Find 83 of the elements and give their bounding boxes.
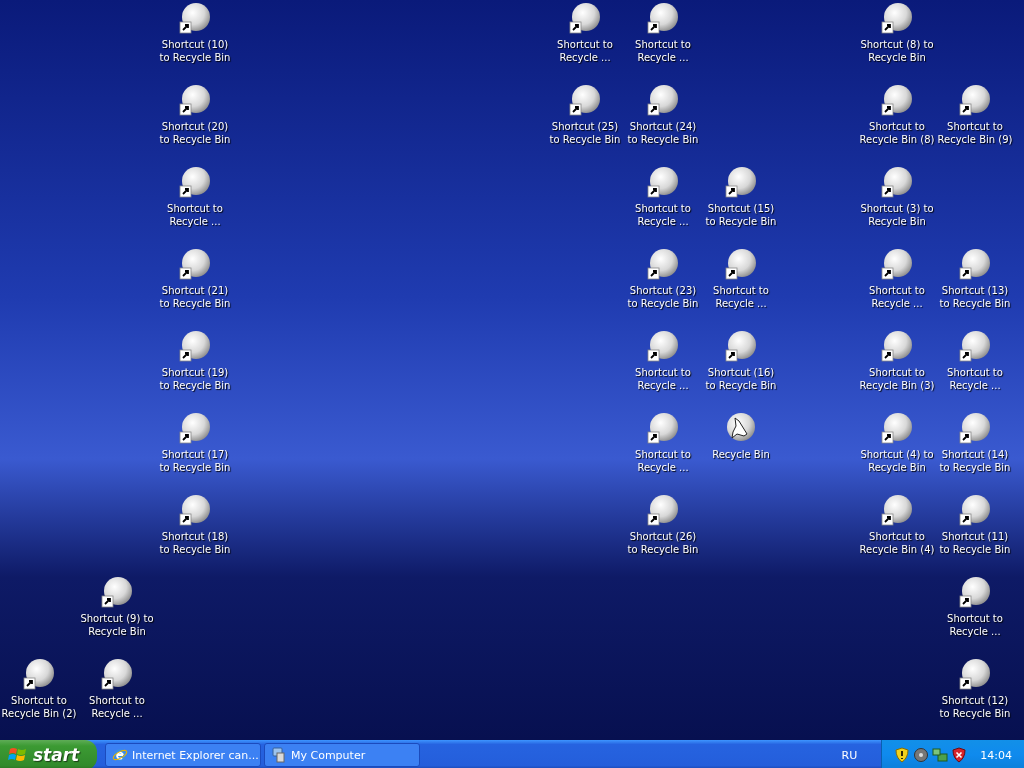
shortcut-sphere-icon[interactable] [725,166,757,198]
icon-label[interactable]: Shortcut (3) to Recycle Bin [859,202,935,228]
shortcut-sphere-icon[interactable] [179,2,211,34]
shortcut-sphere-icon[interactable] [101,576,133,608]
icon-label[interactable]: Shortcut (12) to Recycle Bin [937,694,1013,720]
disc-icon[interactable] [913,747,930,763]
shortcut-sphere-icon[interactable] [647,248,679,280]
start-button[interactable]: start [0,740,97,768]
shortcut-sphere-icon[interactable] [881,494,913,526]
shortcut-sphere-icon[interactable] [23,658,55,690]
icon-label[interactable]: Shortcut (19) to Recycle Bin [157,366,233,392]
icon-label[interactable]: Shortcut to Recycle Bin (3) [859,366,935,392]
shortcut-sphere-icon[interactable] [725,248,757,280]
icon-label[interactable]: Shortcut to Recycle ... [703,284,779,310]
shortcut-sphere-icon[interactable] [881,166,913,198]
cross-shield-icon[interactable] [951,747,968,763]
warning-shield-icon[interactable] [894,747,911,763]
taskbar-button[interactable]: Internet Explorer can... [105,743,261,767]
icon-label[interactable]: Shortcut to Recycle ... [937,366,1013,392]
icon-label[interactable]: Shortcut (15) to Recycle Bin [703,202,779,228]
icon-label[interactable]: Shortcut (18) to Recycle Bin [157,530,233,556]
shortcut-sphere-icon[interactable] [881,84,913,116]
icon-label[interactable]: Shortcut (21) to Recycle Bin [157,284,233,310]
shortcut-sphere-icon[interactable] [959,576,991,608]
shortcut-sphere-icon[interactable] [647,330,679,362]
shortcut-sphere-icon[interactable] [881,330,913,362]
shortcut-sphere-icon[interactable] [179,330,211,362]
icon-label[interactable]: Shortcut (13) to Recycle Bin [937,284,1013,310]
shortcut-sphere-icon[interactable] [647,84,679,116]
shortcut-sphere-icon[interactable] [179,166,211,198]
shortcut-sphere-icon[interactable] [725,330,757,362]
globe-e-icon [112,747,128,763]
shortcut-sphere-icon[interactable] [959,412,991,444]
shortcut-sphere-icon[interactable] [179,84,211,116]
taskbar-button[interactable]: My Computer [264,743,420,767]
shortcut-sphere-icon[interactable] [179,248,211,280]
shortcut-sphere-icon[interactable] [959,84,991,116]
icon-label[interactable]: Shortcut (14) to Recycle Bin [937,448,1013,474]
shortcut-sphere-icon[interactable] [647,494,679,526]
shortcut-sphere-icon[interactable] [959,330,991,362]
icon-label[interactable]: Recycle Bin [703,448,779,461]
shortcut-sphere-icon[interactable] [959,248,991,280]
icon-label[interactable]: Shortcut to Recycle ... [625,202,701,228]
icon-label[interactable]: Shortcut to Recycle Bin (9) [937,120,1013,146]
icon-label[interactable]: Shortcut (9) to Recycle Bin [79,612,155,638]
icon-label[interactable]: Shortcut (17) to Recycle Bin [157,448,233,474]
shortcut-sphere-icon[interactable] [647,412,679,444]
shortcut-sphere-icon[interactable] [881,2,913,34]
shortcut-sphere-icon[interactable] [569,2,601,34]
icon-label[interactable]: Shortcut to Recycle ... [937,612,1013,638]
icon-label[interactable]: Shortcut to Recycle ... [625,38,701,64]
shortcut-sphere-icon[interactable] [569,84,601,116]
shortcut-sphere-icon[interactable] [101,658,133,690]
icon-label[interactable]: Shortcut (24) to Recycle Bin [625,120,701,146]
icon-label[interactable]: Shortcut to Recycle Bin (4) [859,530,935,556]
shortcut-sphere-icon[interactable] [881,248,913,280]
shortcut-sphere-icon[interactable] [959,494,991,526]
icon-label[interactable]: Shortcut (16) to Recycle Bin [703,366,779,392]
icon-label[interactable]: Shortcut (8) to Recycle Bin [859,38,935,64]
shortcut-sphere-icon[interactable] [647,166,679,198]
icon-label[interactable]: Shortcut to Recycle ... [625,448,701,474]
icon-label[interactable]: Shortcut to Recycle Bin (2) [1,694,77,720]
icon-label[interactable]: Shortcut (4) to Recycle Bin [859,448,935,474]
icon-label[interactable]: Shortcut to Recycle Bin (8) [859,120,935,146]
language-indicator[interactable]: RU [841,748,858,762]
shortcut-sphere-icon[interactable] [959,658,991,690]
icon-label[interactable]: Shortcut (10) to Recycle Bin [157,38,233,64]
icon-label[interactable]: Shortcut to Recycle ... [79,694,155,720]
shortcut-sphere-icon[interactable] [179,494,211,526]
icon-label[interactable]: Shortcut (25) to Recycle Bin [547,120,623,146]
icon-label[interactable]: Shortcut (20) to Recycle Bin [157,120,233,146]
clock[interactable]: 14:04 [980,748,1012,762]
shortcut-sphere-icon[interactable] [179,412,211,444]
icon-label[interactable]: Shortcut (11) to Recycle Bin [937,530,1013,556]
icon-label[interactable]: Shortcut to Recycle ... [625,366,701,392]
icon-label[interactable]: Shortcut to Recycle ... [859,284,935,310]
icon-label[interactable]: Shortcut (23) to Recycle Bin [625,284,701,310]
icon-label[interactable]: Shortcut to Recycle ... [547,38,623,64]
shortcut-sphere-icon[interactable] [881,412,913,444]
icon-label[interactable]: Shortcut to Recycle ... [157,202,233,228]
shortcut-sphere-icon[interactable] [647,2,679,34]
computer-icon [271,747,287,763]
icon-label[interactable]: Shortcut (26) to Recycle Bin [625,530,701,556]
